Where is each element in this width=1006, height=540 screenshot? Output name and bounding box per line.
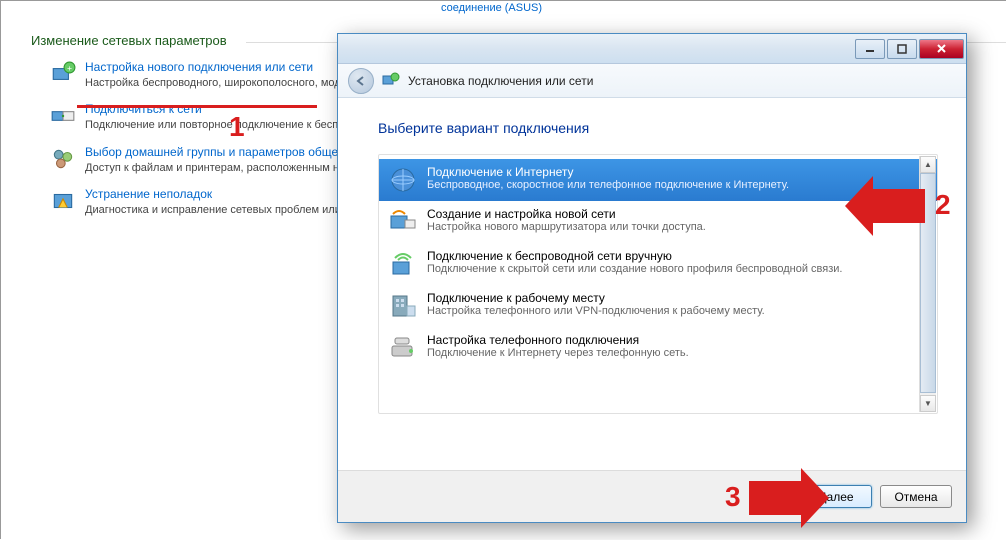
svg-text:+: +: [67, 63, 72, 73]
dialog-navbar: Установка подключения или сети: [338, 64, 966, 98]
option-title: Подключение к беспроводной сети вручную: [427, 249, 929, 263]
option-desc: Настройка телефонного или VPN-подключени…: [427, 305, 929, 317]
annotation-number-2: 2: [935, 189, 951, 221]
option-desc: Подключение к скрытой сети или создание …: [427, 263, 929, 275]
annotation-arrow-3: [749, 468, 829, 528]
new-connection-icon: +: [49, 60, 77, 88]
annotation-number-3: 3: [725, 481, 741, 513]
minimize-button[interactable]: [855, 39, 885, 59]
wizard-icon: [382, 72, 400, 90]
troubleshoot-icon: [49, 187, 77, 215]
option-workplace[interactable]: Подключение к рабочему месту Настройка т…: [379, 285, 937, 327]
option-dialup[interactable]: Настройка телефонного подключения Подклю…: [379, 327, 937, 369]
scroll-down-button[interactable]: ▼: [920, 395, 936, 412]
annotation-arrow-2: [845, 176, 925, 236]
option-title: Подключение к рабочему месту: [427, 291, 929, 305]
close-button[interactable]: [919, 39, 964, 59]
cancel-button[interactable]: Отмена: [880, 485, 952, 508]
globe-icon: [387, 164, 419, 196]
option-title: Настройка телефонного подключения: [427, 333, 929, 347]
back-button[interactable]: [348, 68, 374, 94]
annotation-number-1: 1: [229, 111, 245, 143]
router-icon: [387, 206, 419, 238]
maximize-button[interactable]: [887, 39, 917, 59]
dialog-body: Выберите вариант подключения Подключение…: [338, 98, 966, 470]
setup-connection-dialog: Установка подключения или сети Выберите …: [337, 33, 967, 523]
dialog-heading: Выберите вариант подключения: [378, 120, 938, 136]
connect-network-icon: [49, 102, 77, 130]
building-icon: [387, 290, 419, 322]
option-wireless-manual[interactable]: Подключение к беспроводной сети вручную …: [379, 243, 937, 285]
top-connection-link[interactable]: соединение (ASUS): [441, 2, 542, 14]
dialog-footer: Далее Отмена: [338, 470, 966, 522]
annotation-underline: [77, 105, 317, 108]
scroll-up-button[interactable]: ▲: [920, 156, 936, 173]
wireless-icon: [387, 248, 419, 280]
dialog-titlebar[interactable]: [338, 34, 966, 64]
phone-modem-icon: [387, 332, 419, 364]
homegroup-icon: [49, 145, 77, 173]
dialog-title: Установка подключения или сети: [408, 74, 593, 88]
option-desc: Подключение к Интернету через телефонную…: [427, 347, 929, 359]
